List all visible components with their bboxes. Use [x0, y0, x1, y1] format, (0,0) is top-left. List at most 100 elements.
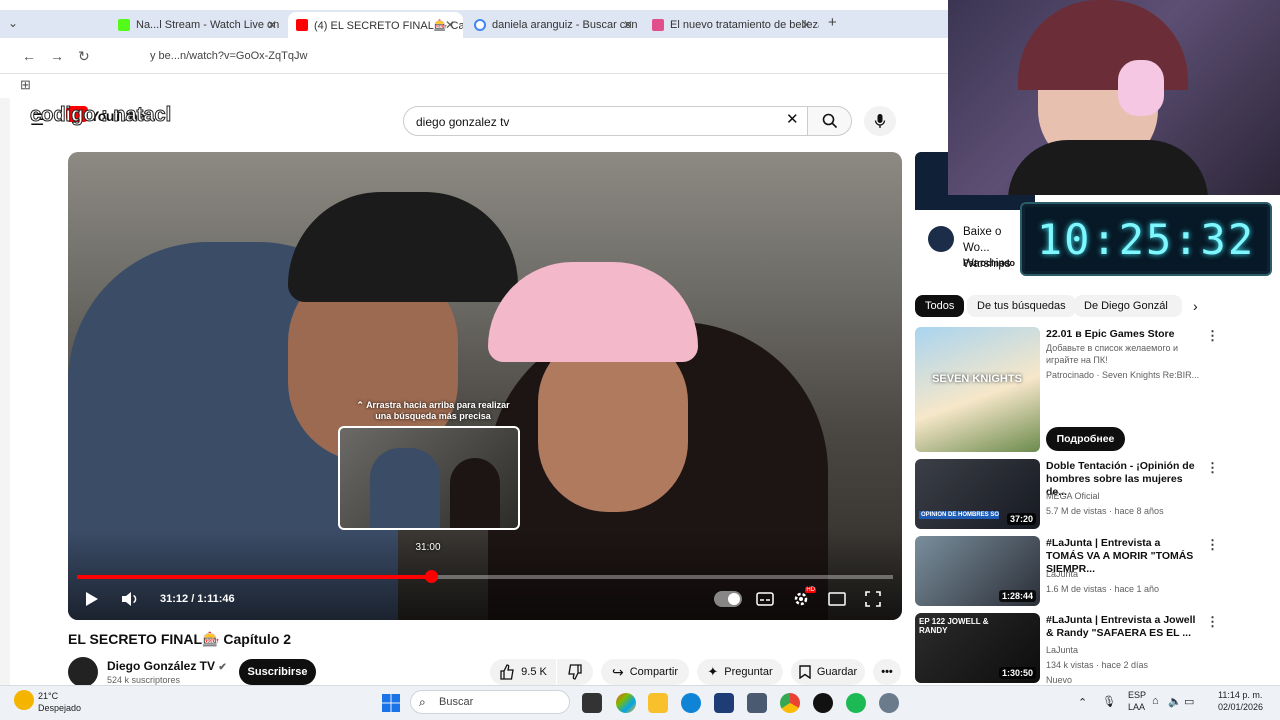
recommendation-channel[interactable]: LaJunta [1046, 644, 1206, 656]
autoplay-toggle[interactable] [714, 591, 742, 607]
microphone-icon [874, 114, 886, 128]
clock-time[interactable]: 11:14 p. m. [1218, 690, 1262, 700]
back-icon[interactable]: ← [22, 48, 36, 64]
subscriber-count: 524 k suscriptores [107, 675, 181, 685]
chip-all[interactable]: Todos [915, 295, 965, 317]
recommendation-thumbnail[interactable]: 1:28:44 [915, 536, 1040, 606]
close-icon[interactable]: ✕ [445, 18, 455, 32]
subtitles-button[interactable] [754, 590, 776, 608]
channel-name[interactable]: Diego González TV ✔ [107, 659, 227, 673]
toggle-knob [728, 593, 740, 605]
copilot-icon[interactable] [616, 693, 636, 713]
task-view-icon[interactable] [582, 693, 602, 713]
chevron-up-icon[interactable]: ⌃ [1078, 696, 1087, 709]
video-title: EL SECRETO FINAL🎰 Capítulo 2 [68, 631, 292, 647]
tab-youtube-video[interactable]: (4) EL SECRETO FINAL🎰 Capítu ✕ [288, 12, 463, 38]
obs-icon[interactable] [813, 693, 833, 713]
clock-date[interactable]: 02/01/2026 [1218, 702, 1263, 712]
keyboard-lang[interactable]: ESP [1128, 690, 1146, 700]
video-duration: 1:28:44 [998, 590, 1036, 602]
weather-temp: 21°C [38, 691, 59, 701]
forward-icon[interactable]: → [50, 48, 64, 64]
apps-grid-icon[interactable]: ⊞ [20, 77, 31, 93]
settings-button[interactable]: HD [790, 587, 816, 609]
tab-google-search[interactable]: daniela aranguiz - Buscar con G ✕ [466, 12, 641, 38]
dislike-button[interactable] [557, 659, 593, 685]
tab-article[interactable]: El nuevo tratamiento de belleza ✕ [644, 12, 819, 38]
more-vertical-icon[interactable]: ⋮ [1206, 328, 1219, 344]
preview-person [370, 448, 440, 528]
chrome-icon[interactable] [780, 693, 800, 713]
recommendation-thumbnail[interactable]: OPINIÓN DE HOMBRES SOBRE LAS MUJERES 37:… [915, 459, 1040, 529]
more-vertical-icon[interactable]: ⋮ [1206, 614, 1219, 630]
app-icon[interactable] [747, 693, 767, 713]
tab-label: daniela aranguiz - Buscar con G [492, 19, 641, 31]
windows-taskbar [0, 685, 1280, 720]
ask-button[interactable]: ✦ Preguntar [697, 659, 783, 685]
share-icon: ↪ [611, 663, 624, 680]
channel-avatar[interactable] [68, 657, 98, 687]
clear-search-icon[interactable]: ✕ [786, 110, 799, 128]
address-bar: ← → ↻ y be...n/watch?v=GoOx-ZqTqJw [0, 38, 948, 74]
file-explorer-icon[interactable] [648, 693, 668, 713]
recommendation-meta: 134 k vistas · hace 2 días [1046, 660, 1149, 670]
chevron-right-icon[interactable]: › [1193, 298, 1198, 314]
network-icon[interactable]: ⌂ [1152, 695, 1159, 707]
reload-icon[interactable]: ↻ [78, 48, 90, 65]
seek-preview-time: 31:00 [415, 542, 441, 553]
recommendation-thumbnail[interactable]: SEVEN KNIGHTS [915, 327, 1040, 452]
taskbar-search[interactable]: Buscar [410, 690, 570, 714]
chip-from-channel[interactable]: De Diego Gonzál [1074, 295, 1182, 317]
chip-from-searches[interactable]: De tus búsquedas [967, 295, 1076, 317]
tab-kick-stream[interactable]: Na...l Stream - Watch Live on ✕ [110, 12, 285, 38]
more-vertical-icon[interactable]: ⋮ [1206, 537, 1219, 553]
volume-button[interactable] [118, 588, 142, 610]
video-player[interactable]: ⌃ Arrastra hacia arriba para realizar un… [68, 152, 902, 620]
recommendation-thumbnail[interactable]: EP 122 JOWELL & RANDY 1:30:50 [915, 613, 1040, 683]
search-button[interactable] [808, 106, 852, 136]
more-vertical-icon[interactable]: ⋮ [1206, 460, 1219, 476]
play-button[interactable] [80, 588, 104, 610]
close-icon[interactable]: ✕ [623, 18, 633, 32]
theater-mode-button[interactable] [826, 590, 848, 608]
subscribe-button[interactable]: Suscribirse [239, 659, 316, 685]
thumbs-up-icon [500, 664, 514, 680]
tab-search-icon[interactable]: ⌄ [8, 16, 18, 30]
ad-cta-button[interactable]: Подробнее [1046, 427, 1125, 451]
voice-search-button[interactable] [864, 106, 896, 136]
windows-start-icon[interactable] [381, 693, 401, 713]
recommendation-channel[interactable]: MEGA Oficial [1046, 490, 1206, 502]
store-icon[interactable] [714, 693, 734, 713]
fullscreen-button[interactable] [862, 590, 884, 608]
stream-watermark: codigo : natacl [29, 104, 172, 127]
save-button[interactable]: Guardar [791, 659, 865, 685]
edge-icon[interactable] [681, 693, 701, 713]
battery-icon[interactable]: ▭ [1184, 695, 1194, 708]
keyboard-layout[interactable]: LAA [1128, 702, 1145, 712]
url-field[interactable]: y be...n/watch?v=GoOx-ZqTqJw [150, 50, 307, 62]
tab-label: Na...l Stream - Watch Live on [136, 19, 280, 31]
progress-played [77, 575, 432, 579]
like-button[interactable]: 9.5 K [490, 659, 556, 685]
progress-bar[interactable] [77, 570, 893, 583]
new-tab-icon[interactable]: + [828, 14, 837, 31]
bookmarks-bar: ⊞ [0, 74, 948, 98]
share-button[interactable]: ↪ Compartir [601, 659, 689, 685]
close-icon[interactable]: ✕ [801, 18, 811, 32]
close-icon[interactable]: ✕ [267, 18, 277, 32]
search-input[interactable]: diego gonzalez tv [403, 106, 808, 136]
more-actions-button[interactable]: ••• [873, 659, 901, 685]
headphones [1118, 60, 1164, 116]
recommendation-title[interactable]: 22.01 в Epic Games Store [1046, 328, 1201, 341]
spotify-icon[interactable] [846, 693, 866, 713]
recommendation-title[interactable]: #LaJunta | Entrevista a Jowell & Randy "… [1046, 614, 1201, 640]
recommendation-channel[interactable]: LaJunta [1046, 568, 1206, 580]
recommendation-meta: Patrocinado · Seven Knights Re:BIR... [1046, 370, 1200, 380]
settings-icon[interactable] [879, 693, 899, 713]
captions-icon [756, 592, 774, 606]
volume-icon[interactable]: 🔈 [1168, 695, 1182, 708]
hd-badge: HD [805, 587, 816, 593]
thumbnail-text: OPINIÓN DE HOMBRES SOBRE LAS MUJERES [919, 511, 999, 519]
microphone-icon[interactable]: 🎙 [1102, 695, 1116, 708]
seek-preview-thumbnail [338, 426, 520, 530]
